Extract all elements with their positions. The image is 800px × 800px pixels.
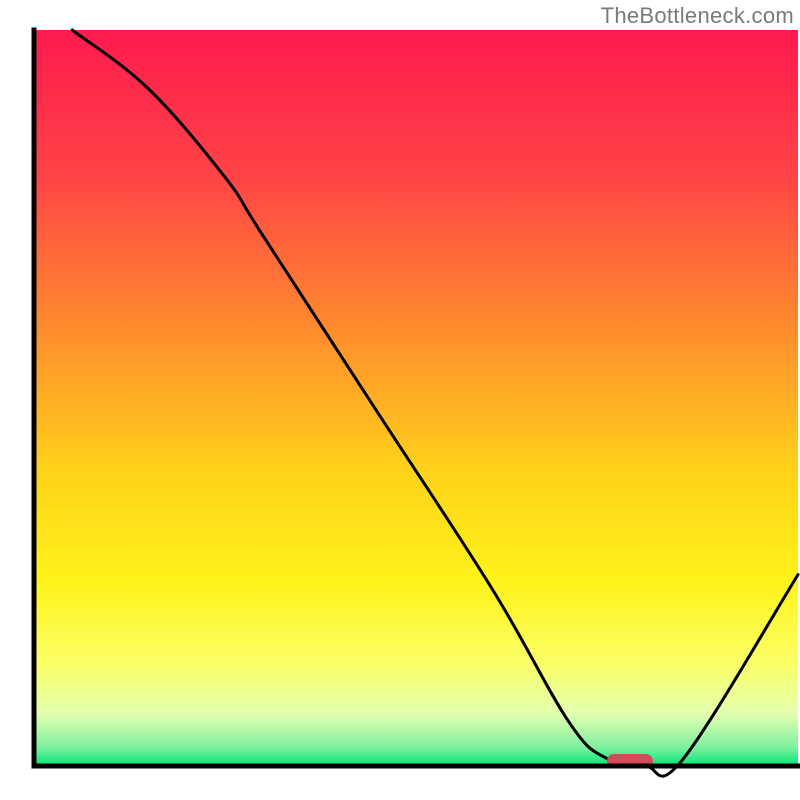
chart-container: { "watermark": "TheBottleneck.com", "cha… xyxy=(0,0,800,800)
plot-background xyxy=(34,30,798,766)
bottleneck-chart xyxy=(0,0,800,800)
watermark-label: TheBottleneck.com xyxy=(601,3,794,29)
